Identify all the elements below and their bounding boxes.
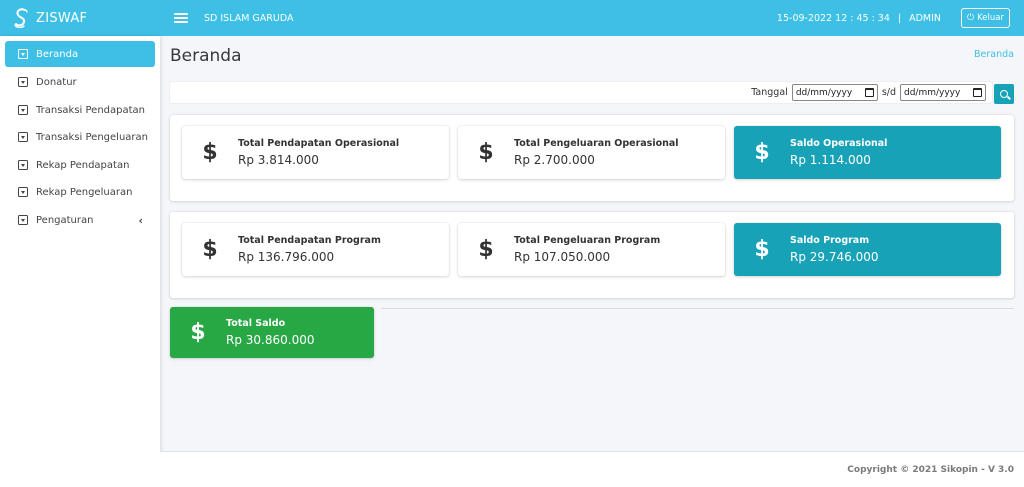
- dollar-icon: $: [754, 237, 770, 262]
- breadcrumb[interactable]: Beranda: [974, 49, 1014, 60]
- header-separator: |: [897, 12, 902, 24]
- caret-square-icon: [18, 77, 28, 87]
- sidebar-item-rekap-pendapatan[interactable]: Rekap Pendapatan: [5, 152, 155, 178]
- main-content: Beranda Beranda Tanggal dd/mm/yyyy s/d d…: [160, 36, 1024, 451]
- chevron-left-icon: ‹: [138, 213, 143, 227]
- sidebar-item-label: Transaksi Pengeluaran: [36, 131, 148, 143]
- dollar-icon: $: [202, 237, 218, 262]
- logout-button[interactable]: ⏻ Keluar: [961, 8, 1010, 28]
- sidebar-item-label: Donatur: [36, 76, 77, 88]
- user-name: ADMIN: [909, 12, 942, 24]
- stat-card-value: Rp 3.814.000: [238, 153, 319, 167]
- dollar-icon: $: [478, 237, 494, 262]
- search-button[interactable]: [994, 84, 1014, 104]
- app-name: ZISWAF: [36, 10, 88, 26]
- stat-card-value: Rp 107.050.000: [514, 250, 611, 264]
- sidebar-item-rekap-pengeluaran[interactable]: Rekap Pengeluaran: [5, 179, 155, 205]
- stat-card-value: Rp 1.114.000: [790, 153, 871, 167]
- sidebar-item-transaksi-pendapatan[interactable]: Transaksi Pendapatan: [5, 97, 155, 123]
- top-navbar: ZISWAF SD ISLAM GARUDA 15-09-2022 12 : 4…: [0, 0, 1024, 36]
- search-icon: [1000, 90, 1008, 98]
- caret-square-icon: [18, 160, 28, 170]
- stat-card-saldo-operasional: $ Saldo Operasional Rp 1.114.000: [734, 126, 1001, 179]
- calendar-icon[interactable]: [864, 88, 874, 97]
- section-divider: [381, 308, 1014, 309]
- stat-card-value: Rp 30.860.000: [226, 333, 315, 347]
- stat-card-label: Total Saldo: [226, 318, 286, 329]
- stat-card-label: Total Pendapatan Program: [238, 235, 381, 246]
- date-to-input[interactable]: dd/mm/yyyy: [900, 84, 986, 101]
- sidebar-item-label: Transaksi Pendapatan: [36, 104, 146, 116]
- date-from-input[interactable]: dd/mm/yyyy: [791, 84, 878, 101]
- power-icon: ⏻: [967, 13, 975, 23]
- stat-card-label: Total Pendapatan Operasional: [238, 138, 400, 149]
- stat-card-pengeluaran-operasional: $ Total Pengeluaran Operasional Rp 2.700…: [458, 126, 725, 179]
- school-name: SD ISLAM GARUDA: [204, 12, 294, 24]
- stat-card-label: Total Pengeluaran Program: [514, 235, 661, 246]
- stat-card-label: Total Pengeluaran Operasional: [514, 138, 679, 149]
- sidebar-item-label: Pengaturan: [36, 214, 94, 226]
- dollar-icon: $: [190, 320, 206, 345]
- stat-card-saldo-program: $ Saldo Program Rp 29.746.000: [734, 223, 1001, 276]
- sidebar-item-beranda[interactable]: Beranda: [5, 41, 155, 67]
- sidebar-item-label: Beranda: [36, 48, 79, 60]
- copyright-text: Copyright © 2021 Sikopin - V 3.0: [847, 465, 1014, 475]
- sidebar-item-transaksi-pengeluaran[interactable]: Transaksi Pengeluaran: [5, 124, 155, 150]
- date-to-placeholder: dd/mm/yyyy: [904, 87, 961, 98]
- date-from-placeholder: dd/mm/yyyy: [795, 87, 853, 98]
- date-range-separator: s/d: [881, 87, 896, 98]
- current-datetime: 15-09-2022 12 : 45 : 34: [776, 12, 890, 24]
- brand[interactable]: ZISWAF: [0, 0, 160, 36]
- dollar-icon: $: [478, 140, 494, 165]
- stat-card-value: Rp 2.700.000: [514, 153, 595, 167]
- caret-square-icon: [18, 132, 28, 142]
- stat-card-pendapatan-operasional: $ Total Pendapatan Operasional Rp 3.814.…: [182, 126, 449, 179]
- caret-square-icon: [18, 215, 28, 225]
- sidebar: Beranda Donatur Transaksi Pendapatan Tra…: [0, 36, 160, 487]
- menu-toggle-icon[interactable]: [174, 13, 188, 23]
- caret-square-icon: [18, 105, 28, 115]
- stat-card-total-saldo: $ Total Saldo Rp 30.860.000: [170, 307, 374, 358]
- sidebar-item-label: Rekap Pengeluaran: [36, 186, 133, 198]
- caret-square-icon: [18, 49, 28, 59]
- date-filter-bar: Tanggal dd/mm/yyyy s/d dd/mm/yyyy: [170, 82, 992, 103]
- stat-card-value: Rp 29.746.000: [790, 250, 879, 264]
- dollar-icon: $: [202, 140, 218, 165]
- sidebar-item-label: Rekap Pendapatan: [36, 159, 130, 171]
- calendar-icon[interactable]: [973, 88, 982, 97]
- date-filter-label: Tanggal: [751, 87, 788, 98]
- footer: Copyright © 2021 Sikopin - V 3.0: [160, 451, 1024, 487]
- stat-card-value: Rp 136.796.000: [238, 250, 335, 264]
- program-panel: $ Total Pendapatan Program Rp 136.796.00…: [170, 212, 1014, 298]
- operasional-panel: $ Total Pendapatan Operasional Rp 3.814.…: [170, 115, 1014, 201]
- stat-card-pengeluaran-program: $ Total Pengeluaran Program Rp 107.050.0…: [458, 223, 725, 276]
- sidebar-item-donatur[interactable]: Donatur: [5, 69, 155, 95]
- stat-card-pendapatan-program: $ Total Pendapatan Program Rp 136.796.00…: [182, 223, 449, 276]
- stat-card-label: Saldo Program: [790, 235, 870, 246]
- logout-label: Keluar: [977, 13, 1004, 23]
- dollar-icon: $: [754, 140, 770, 165]
- sidebar-item-pengaturan[interactable]: Pengaturan ‹: [5, 207, 155, 233]
- page-title: Beranda: [170, 46, 242, 66]
- stat-card-label: Saldo Operasional: [790, 138, 888, 149]
- caret-square-icon: [18, 187, 28, 197]
- ziswaf-logo-icon: [14, 8, 28, 29]
